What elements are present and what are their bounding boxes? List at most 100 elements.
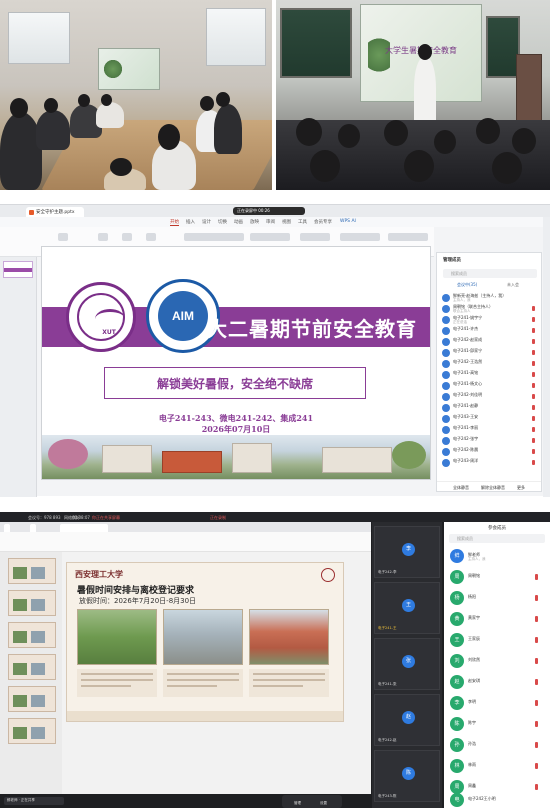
file-tab[interactable]: 安全守护主题.pptx	[26, 207, 84, 217]
arrange-tools[interactable]	[340, 233, 380, 241]
recording-status[interactable]: 正在录制	[210, 515, 226, 521]
member-row[interactable]: 电子242-陈晨	[441, 447, 539, 458]
manage-button[interactable]: 管理	[294, 801, 301, 806]
mic-off-icon[interactable]	[535, 679, 538, 685]
participant-row[interactable]: 赵赵安琪	[448, 672, 548, 693]
mic-off-icon[interactable]	[535, 616, 538, 622]
mic-off-icon[interactable]	[532, 317, 535, 322]
mic-off-icon[interactable]	[532, 383, 535, 388]
member-row[interactable]: 电子242-王浩然	[441, 359, 539, 370]
video-tile[interactable]: 赵电子242-赵	[374, 694, 440, 746]
ribbon-tab-animation[interactable]: 动画	[234, 219, 243, 225]
participant-search-input[interactable]: 搜索成员	[449, 534, 545, 543]
participant-row[interactable]: 李李明	[448, 693, 548, 714]
member-row[interactable]: 电子241-杨文心	[441, 381, 539, 392]
slide-thumbnail[interactable]	[8, 718, 56, 744]
mic-off-icon[interactable]	[532, 416, 535, 421]
video-tile[interactable]: 陈电子243-陈	[374, 750, 440, 802]
member-row[interactable]: 电子241-赵静	[441, 403, 539, 414]
mic-off-icon[interactable]	[532, 438, 535, 443]
settings-button[interactable]: 设置	[320, 801, 327, 806]
unmute-all-button[interactable]: 解除全体静音	[481, 485, 505, 491]
more-button[interactable]: 更多	[517, 485, 525, 491]
ribbon-tab-transition[interactable]: 切换	[218, 219, 227, 225]
participant-row[interactable]: 黄黄家宇	[448, 609, 548, 630]
member-row[interactable]: 电子241-李丽	[441, 425, 539, 436]
participant-row[interactable]: 王王家辰	[448, 630, 548, 651]
mic-off-icon[interactable]	[535, 637, 538, 643]
slide-thumbnail[interactable]	[3, 261, 33, 278]
ribbon-tab-home[interactable]: 开始	[170, 219, 179, 226]
app-tab[interactable]	[30, 524, 36, 532]
sharing-pill[interactable]: 鲜老师 · 正在共享	[4, 797, 64, 805]
ribbon-tab-tools[interactable]: 工具	[298, 219, 307, 225]
member-row[interactable]: 电子243-王安	[441, 414, 539, 425]
slide-thumbnail[interactable]	[8, 590, 56, 616]
member-row[interactable]: 电子243-周洋	[441, 458, 539, 469]
participant-row[interactable]: 周周朝铭	[448, 567, 548, 588]
ribbon-tab-slideshow[interactable]: 放映	[250, 219, 259, 225]
find-tools[interactable]	[388, 233, 428, 241]
mic-off-icon[interactable]	[535, 763, 538, 769]
slide-thumbnail[interactable]	[8, 622, 56, 648]
member-row[interactable]: 电子242-赵家成	[441, 337, 539, 348]
member-row[interactable]: 电子241-邱家宁	[441, 348, 539, 359]
member-row[interactable]: 电子241-高铭	[441, 370, 539, 381]
member-row[interactable]: 电子242-张宇	[441, 436, 539, 447]
mic-off-icon[interactable]	[532, 306, 535, 311]
slide-canvas[interactable]: XUT AIM 大二暑期节前安全教育 解锁美好暑假，安全绝不缺席 电子241-2…	[41, 246, 431, 480]
mic-off-icon[interactable]	[532, 394, 535, 399]
app-tab[interactable]	[4, 524, 10, 532]
mic-off-icon[interactable]	[532, 460, 535, 465]
ribbon-tab-member[interactable]: 会员专享	[314, 219, 332, 225]
slide-thumbnail[interactable]	[8, 686, 56, 712]
mic-off-icon[interactable]	[535, 574, 538, 580]
shared-slide-canvas[interactable]: 西安理工大学 暑假时间安排与离校登记要求 放假时间：2026年7月20日-8月3…	[66, 562, 344, 722]
mic-off-icon[interactable]	[532, 449, 535, 454]
member-row[interactable]: 电子241-许杰	[441, 326, 539, 337]
video-tile[interactable]: 李电子242-李	[374, 526, 440, 578]
section-icon[interactable]	[146, 233, 156, 241]
tab-not-joined[interactable]: 未入会	[507, 282, 519, 288]
participant-row[interactable]: 林林雨	[448, 756, 548, 777]
ribbon-tab-wps-ai[interactable]: WPS AI	[340, 219, 356, 224]
mic-off-icon[interactable]	[532, 350, 535, 355]
paste-icon[interactable]	[58, 233, 68, 241]
video-tile[interactable]: 王电子241-王	[374, 582, 440, 634]
ribbon-tab-design[interactable]: 设计	[202, 219, 211, 225]
mic-off-icon[interactable]	[535, 742, 538, 748]
slide-thumbnail[interactable]	[8, 654, 56, 680]
shape-tools[interactable]	[300, 233, 330, 241]
mic-off-icon[interactable]	[535, 658, 538, 664]
mic-off-icon[interactable]	[535, 721, 538, 727]
participant-row[interactable]: 孙孙浩	[448, 735, 548, 756]
participant-row[interactable]: 陈陈宇	[448, 714, 548, 735]
member-row[interactable]: 鲜新亮·赵海兹（主持人，我） 主持人，我	[441, 293, 539, 304]
video-tile[interactable]: 张电子241-张	[374, 638, 440, 690]
mic-off-icon[interactable]	[535, 700, 538, 706]
recording-indicator[interactable]: 正在录屏中 00:26	[233, 207, 305, 215]
font-selector[interactable]	[184, 233, 244, 241]
mic-off-icon[interactable]	[532, 405, 535, 410]
member-row[interactable]: 电子242-刘佳明	[441, 392, 539, 403]
mic-off-icon[interactable]	[532, 328, 535, 333]
app-tab-active[interactable]	[60, 524, 108, 532]
tab-in-meeting[interactable]: 会议中(35)	[457, 282, 477, 288]
ribbon-tab-view[interactable]: 视图	[282, 219, 291, 225]
mic-off-icon[interactable]	[532, 361, 535, 366]
mic-off-icon[interactable]	[532, 339, 535, 344]
member-row[interactable]: 周朝铭（联合主持人） 联合主持人	[441, 304, 539, 315]
participant-row[interactable]: 电电子242王小明	[448, 792, 548, 808]
participant-row[interactable]: 刘刘欣然	[448, 651, 548, 672]
participant-row[interactable]: 杨杨阳	[448, 588, 548, 609]
slide-thumbnail[interactable]	[8, 558, 56, 584]
ribbon-tab-review[interactable]: 审阅	[266, 219, 275, 225]
mic-off-icon[interactable]	[532, 372, 535, 377]
mic-off-icon[interactable]	[535, 595, 538, 601]
layout-icon[interactable]	[122, 233, 132, 241]
meeting-id[interactable]: 会议号：978 893	[28, 515, 61, 521]
mic-off-icon[interactable]	[532, 427, 535, 432]
participant-row[interactable]: 鲜鲜老师 主持人，我	[448, 546, 548, 567]
member-search-input[interactable]: 搜索成员	[443, 269, 537, 278]
paragraph-tools[interactable]	[250, 233, 290, 241]
